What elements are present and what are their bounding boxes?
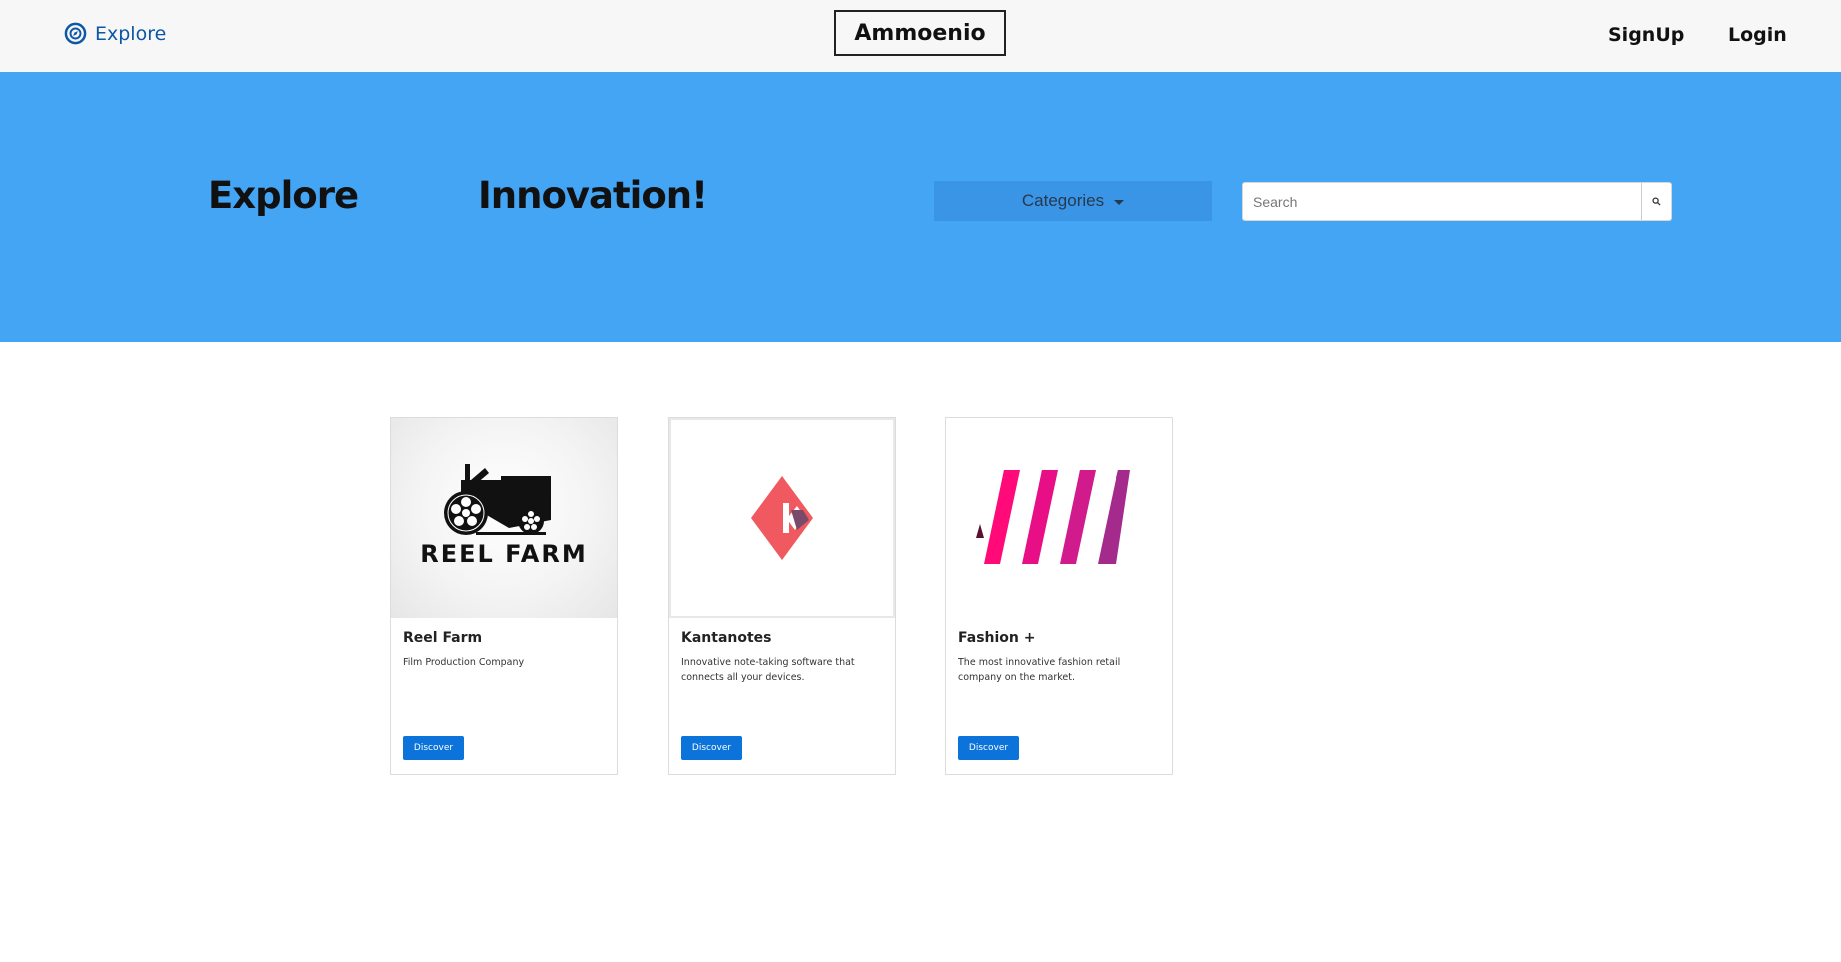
discover-button[interactable]: Discover <box>958 736 1019 760</box>
reel-farm-logo: REEL FARM <box>391 418 617 618</box>
search-icon <box>1652 197 1661 206</box>
company-card: Kantanotes Innovative note-taking softwa… <box>668 417 896 775</box>
card-description: Innovative note-taking software that con… <box>681 657 855 683</box>
card-title: Reel Farm <box>403 630 483 646</box>
search-input[interactable] <box>1243 183 1641 220</box>
card-description: Film Production Company <box>403 657 525 668</box>
hero-banner: Explore Innovation! Categories <box>0 72 1841 342</box>
card-title: Fashion + <box>958 630 1036 646</box>
fashion-plus-logo <box>946 418 1172 618</box>
company-card: Fashion + The most innovative fashion re… <box>945 417 1173 775</box>
categories-label: Categories <box>1021 191 1105 210</box>
login-link[interactable]: Login <box>1728 24 1787 46</box>
tractor-film-reel-icon <box>444 464 551 535</box>
search-bar <box>1242 182 1672 221</box>
reel-farm-logo-text: REEL FARM <box>420 540 588 568</box>
discover-button[interactable]: Discover <box>403 736 464 760</box>
hero-heading-innovation: Innovation! <box>478 174 708 217</box>
kantanotes-diamond-icon <box>751 476 813 560</box>
explore-nav-link[interactable]: Explore <box>64 22 166 45</box>
kantanotes-logo <box>669 418 895 618</box>
categories-dropdown[interactable]: Categories <box>934 181 1212 221</box>
fashion-ribbon-icon <box>976 470 1130 564</box>
search-button[interactable] <box>1641 183 1671 220</box>
company-card: REEL FARM Reel Farm Film Production Comp… <box>390 417 618 775</box>
hero-heading-explore: Explore <box>208 174 359 217</box>
top-navbar: Explore Ammoenio SignUp Login <box>0 0 1841 72</box>
brand-logo[interactable]: Ammoenio <box>834 10 1006 56</box>
card-description: The most innovative fashion retail compa… <box>958 657 1121 683</box>
discover-button[interactable]: Discover <box>681 736 742 760</box>
explore-nav-label: Explore <box>95 22 167 45</box>
compass-icon <box>64 22 87 45</box>
caret-down-icon <box>1114 200 1125 205</box>
card-title: Kantanotes <box>681 630 772 646</box>
signup-link[interactable]: SignUp <box>1608 24 1684 46</box>
